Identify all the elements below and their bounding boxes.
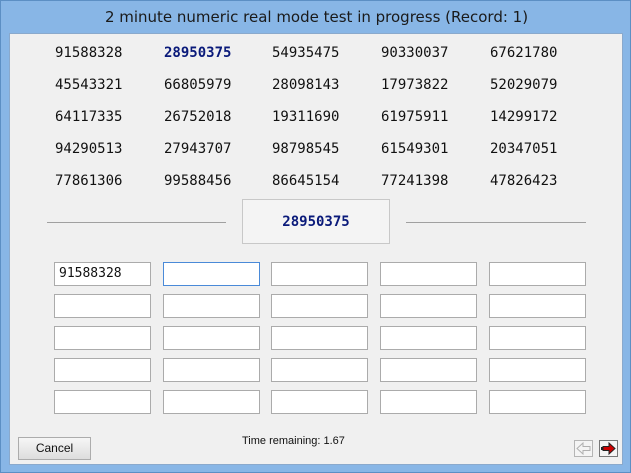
- window-title: 2 minute numeric real mode test in progr…: [104, 8, 529, 26]
- number-cell: 90330037: [381, 45, 449, 61]
- previous-button[interactable]: [574, 440, 593, 457]
- number-cell: 47826423: [490, 173, 558, 189]
- number-cell: 77861306: [55, 173, 123, 189]
- number-cell: 99588456: [164, 173, 232, 189]
- answer-field[interactable]: [489, 262, 586, 286]
- number-cell: 28950375: [164, 45, 232, 61]
- number-cell: 26752018: [164, 109, 232, 125]
- number-cell: 98798545: [272, 141, 340, 157]
- arrow-left-icon: [576, 442, 591, 455]
- answer-field[interactable]: [489, 358, 586, 382]
- answer-field[interactable]: 91588328: [54, 262, 151, 286]
- number-cell: 20347051: [490, 141, 558, 157]
- answer-field[interactable]: [54, 294, 151, 318]
- number-cell: 17973822: [381, 77, 449, 93]
- answer-field[interactable]: [380, 294, 477, 318]
- divider-right: [406, 222, 586, 223]
- answer-field[interactable]: [163, 326, 260, 350]
- time-remaining: Time remaining: 1.67: [242, 435, 345, 447]
- number-cell: 14299172: [490, 109, 558, 125]
- cancel-button[interactable]: Cancel: [18, 437, 91, 460]
- answer-field[interactable]: [54, 390, 151, 414]
- arrow-right-icon: [601, 442, 616, 455]
- number-cell: 64117335: [55, 109, 123, 125]
- number-cell: 27943707: [164, 141, 232, 157]
- answer-field[interactable]: [380, 390, 477, 414]
- number-cell: 61975911: [381, 109, 449, 125]
- answer-field[interactable]: [380, 326, 477, 350]
- answer-field[interactable]: [489, 326, 586, 350]
- answer-field[interactable]: [163, 358, 260, 382]
- answer-field[interactable]: [271, 294, 368, 318]
- number-cell: 52029079: [490, 77, 558, 93]
- number-cell: 54935475: [272, 45, 340, 61]
- number-cell: 19311690: [272, 109, 340, 125]
- current-target-display: 28950375: [242, 199, 390, 244]
- answer-field[interactable]: [271, 358, 368, 382]
- answer-field[interactable]: [271, 390, 368, 414]
- answer-field[interactable]: [380, 358, 477, 382]
- answer-field[interactable]: [54, 358, 151, 382]
- number-cell: 45543321: [55, 77, 123, 93]
- answer-field[interactable]: [271, 262, 368, 286]
- answer-field[interactable]: [271, 326, 368, 350]
- number-cell: 91588328: [55, 45, 123, 61]
- number-cell: 86645154: [272, 173, 340, 189]
- answer-field[interactable]: [163, 294, 260, 318]
- number-cell: 28098143: [272, 77, 340, 93]
- number-cell: 67621780: [490, 45, 558, 61]
- number-cell: 66805979: [164, 77, 232, 93]
- app-window: 2 minute numeric real mode test in progr…: [0, 0, 631, 473]
- divider-left: [47, 222, 226, 223]
- test-panel: 91588328 28950375 54935475 90330037 67621780…: [9, 33, 623, 465]
- answer-field[interactable]: [163, 262, 260, 286]
- number-cell: 77241398: [381, 173, 449, 189]
- answer-field[interactable]: [489, 390, 586, 414]
- answer-field[interactable]: [163, 390, 260, 414]
- number-cell: 94290513: [55, 141, 123, 157]
- answer-field[interactable]: [380, 262, 477, 286]
- number-cell: 61549301: [381, 141, 449, 157]
- answer-field[interactable]: [489, 294, 586, 318]
- next-button[interactable]: [599, 440, 618, 457]
- answer-field[interactable]: [54, 326, 151, 350]
